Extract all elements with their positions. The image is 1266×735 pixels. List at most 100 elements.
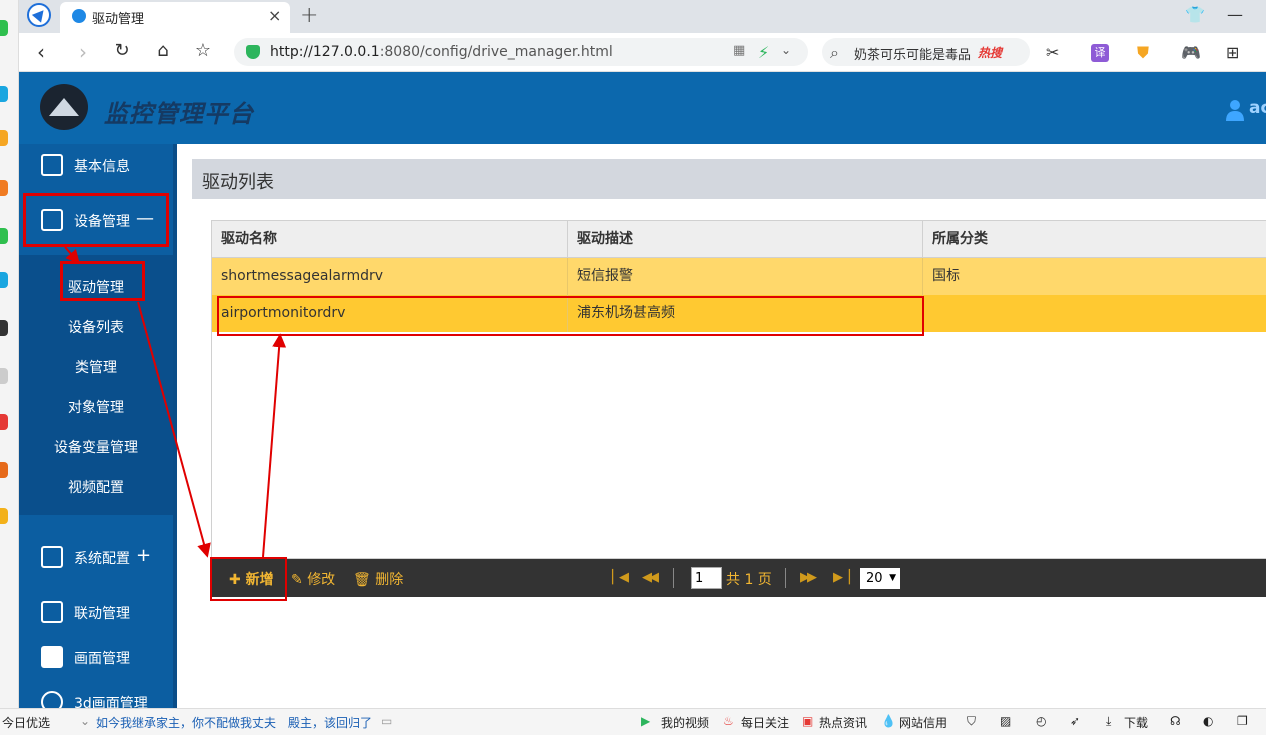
sidebar-item-label: 3d画面管理 [74,696,148,708]
submenu-item-device-list[interactable]: 设备列表 [19,317,173,337]
clock-icon[interactable]: ◴ [1036,714,1046,728]
reload-icon[interactable]: ↻ [111,40,133,61]
headset-icon[interactable]: ☊ [1170,714,1181,728]
hot-news-icon: ▣ [802,714,814,728]
my-video-link[interactable]: 我的视频 [661,714,709,731]
expand-icon[interactable]: + [136,545,151,566]
page-title: 驱动列表 [202,172,274,193]
daily-focus-link[interactable]: 每日关注 [741,714,789,731]
lightning-icon[interactable]: ⚡ [758,43,769,62]
browser-compass-icon[interactable] [27,3,51,27]
page-total: 共 1 页 [726,572,772,588]
security-shield-icon[interactable] [246,45,260,59]
app-icon[interactable] [0,86,8,102]
side-app-strip [0,0,19,708]
submenu-item-class-management[interactable]: 类管理 [19,357,173,377]
3d-icon [41,691,63,708]
hot-news-link[interactable]: 热点资讯 [819,714,867,731]
translate-icon[interactable]: 译 [1091,44,1109,62]
scissors-icon[interactable]: ✂ [1046,43,1059,62]
app-icon[interactable] [0,228,8,244]
shield-status-icon[interactable]: ⛉ [967,714,976,729]
video-icon: ▶ [641,714,651,728]
table-cell[interactable] [923,295,1266,332]
news-headline[interactable]: 如今我继承家主，你不配做我丈夫 [96,714,276,731]
sliders-icon [41,546,63,568]
app-icon[interactable] [0,20,8,36]
submenu-item-video-config[interactable]: 视频配置 [19,477,173,497]
sidebar-item-linkage-management[interactable]: 联动管理 [19,592,173,632]
url-text[interactable]: http://127.0.0.1:8080/config/drive_manag… [270,44,613,60]
skin-icon[interactable]: 👕 [1185,5,1205,24]
app-icon[interactable] [0,272,8,288]
user-name[interactable]: ac [1249,98,1266,118]
table-cell[interactable]: 短信报警 [568,258,923,295]
app-icon[interactable] [0,180,8,196]
page-number-input[interactable] [691,567,722,589]
submenu-item-variable-management[interactable]: 设备变量管理 [19,437,173,457]
bank-link[interactable]: 网站信用 [899,714,947,731]
game-icon[interactable]: 🎮 [1181,43,1201,62]
rocket-icon[interactable]: ➶ [1070,714,1080,728]
app-title: 监控管理平台 [104,100,254,128]
home-icon[interactable]: ⌂ [152,40,174,61]
fire-icon: ♨ [723,714,734,728]
column-header-name[interactable]: 驱动名称 [212,221,568,258]
browser-icon[interactable]: ◐ [1203,714,1213,728]
sidebar-item-3d-screen-management[interactable]: 3d画面管理 [19,682,173,708]
back-icon[interactable]: ‹ [30,40,52,64]
chevron-down-icon[interactable]: ⌄ [80,714,90,728]
app-icon[interactable] [0,320,8,336]
sidebar-item-label: 系统配置 [74,551,130,567]
first-page-icon[interactable]: ▏◀ [612,570,629,585]
apps-grid-icon[interactable]: ⊞ [1226,43,1239,62]
pager-separator [673,568,674,588]
minimize-icon[interactable]: — [1227,5,1243,24]
window-icon[interactable]: ❐ [1237,714,1248,728]
news-icon[interactable]: ▭ [381,714,392,728]
next-page-icon[interactable]: ▶▶ [800,570,817,585]
page-size-select[interactable]: 20 [860,568,900,589]
bookmark-star-icon[interactable]: ☆ [192,40,214,61]
search-suggestion[interactable]: 奶茶可乐可能是毒品 [854,44,971,63]
app-icon[interactable] [0,508,8,524]
app-icon[interactable] [0,462,8,478]
sidebar-item-screen-management[interactable]: 画面管理 [19,637,173,677]
table-cell[interactable]: shortmessagealarmdrv [212,258,568,295]
last-page-icon[interactable]: ▶▕ [833,570,850,585]
new-tab-icon[interactable]: + [300,3,318,28]
app-icon[interactable] [0,414,8,430]
qr-icon[interactable]: ▦ [733,43,745,58]
delete-button[interactable]: 🗑 删除 [353,569,403,589]
app-icon[interactable] [0,130,8,146]
status-left-label[interactable]: 今日优选 [2,714,50,731]
tab-close-icon[interactable]: × [268,6,281,25]
search-icon[interactable]: ⌕ [830,43,839,63]
download-icon[interactable]: ⤓ [1106,714,1111,729]
annotation-box-driver-menu [60,261,145,301]
app-icon[interactable] [0,368,8,384]
news-headline-2[interactable]: 殿主，该回归了 [288,714,372,731]
edit-button[interactable]: ✎ 修改 [291,569,335,589]
image-status-icon[interactable]: ▨ [1000,714,1011,728]
sidebar-item-label: 联动管理 [74,606,130,622]
sidebar-item-system-config[interactable]: 系统配置 + [19,537,173,577]
download-link[interactable]: 下载 [1124,714,1148,731]
pager-separator [785,568,786,588]
drop-icon: 💧 [881,714,896,728]
chevron-down-icon[interactable]: ⌄ [781,43,791,57]
table-cell[interactable]: 国标 [923,258,1266,295]
prev-page-icon[interactable]: ◀◀ [642,570,659,585]
url-path: :8080/config/drive_manager.html [379,44,613,60]
submenu-item-object-management[interactable]: 对象管理 [19,397,173,417]
user-icon[interactable] [1226,99,1244,121]
column-header-category[interactable]: 所属分类 [923,221,1266,258]
url-host: http://127.0.0.1 [270,44,380,60]
shield-extension-icon[interactable]: ⛊ [1137,43,1149,63]
sidebar-item-basic-info[interactable]: 基本信息 [19,145,173,185]
trash-icon: 🗑 [353,572,376,588]
forward-icon[interactable]: › [72,40,94,64]
pencil-icon: ✎ [291,572,308,588]
edit-label: 修改 [307,572,336,588]
column-header-description[interactable]: 驱动描述 [568,221,923,258]
